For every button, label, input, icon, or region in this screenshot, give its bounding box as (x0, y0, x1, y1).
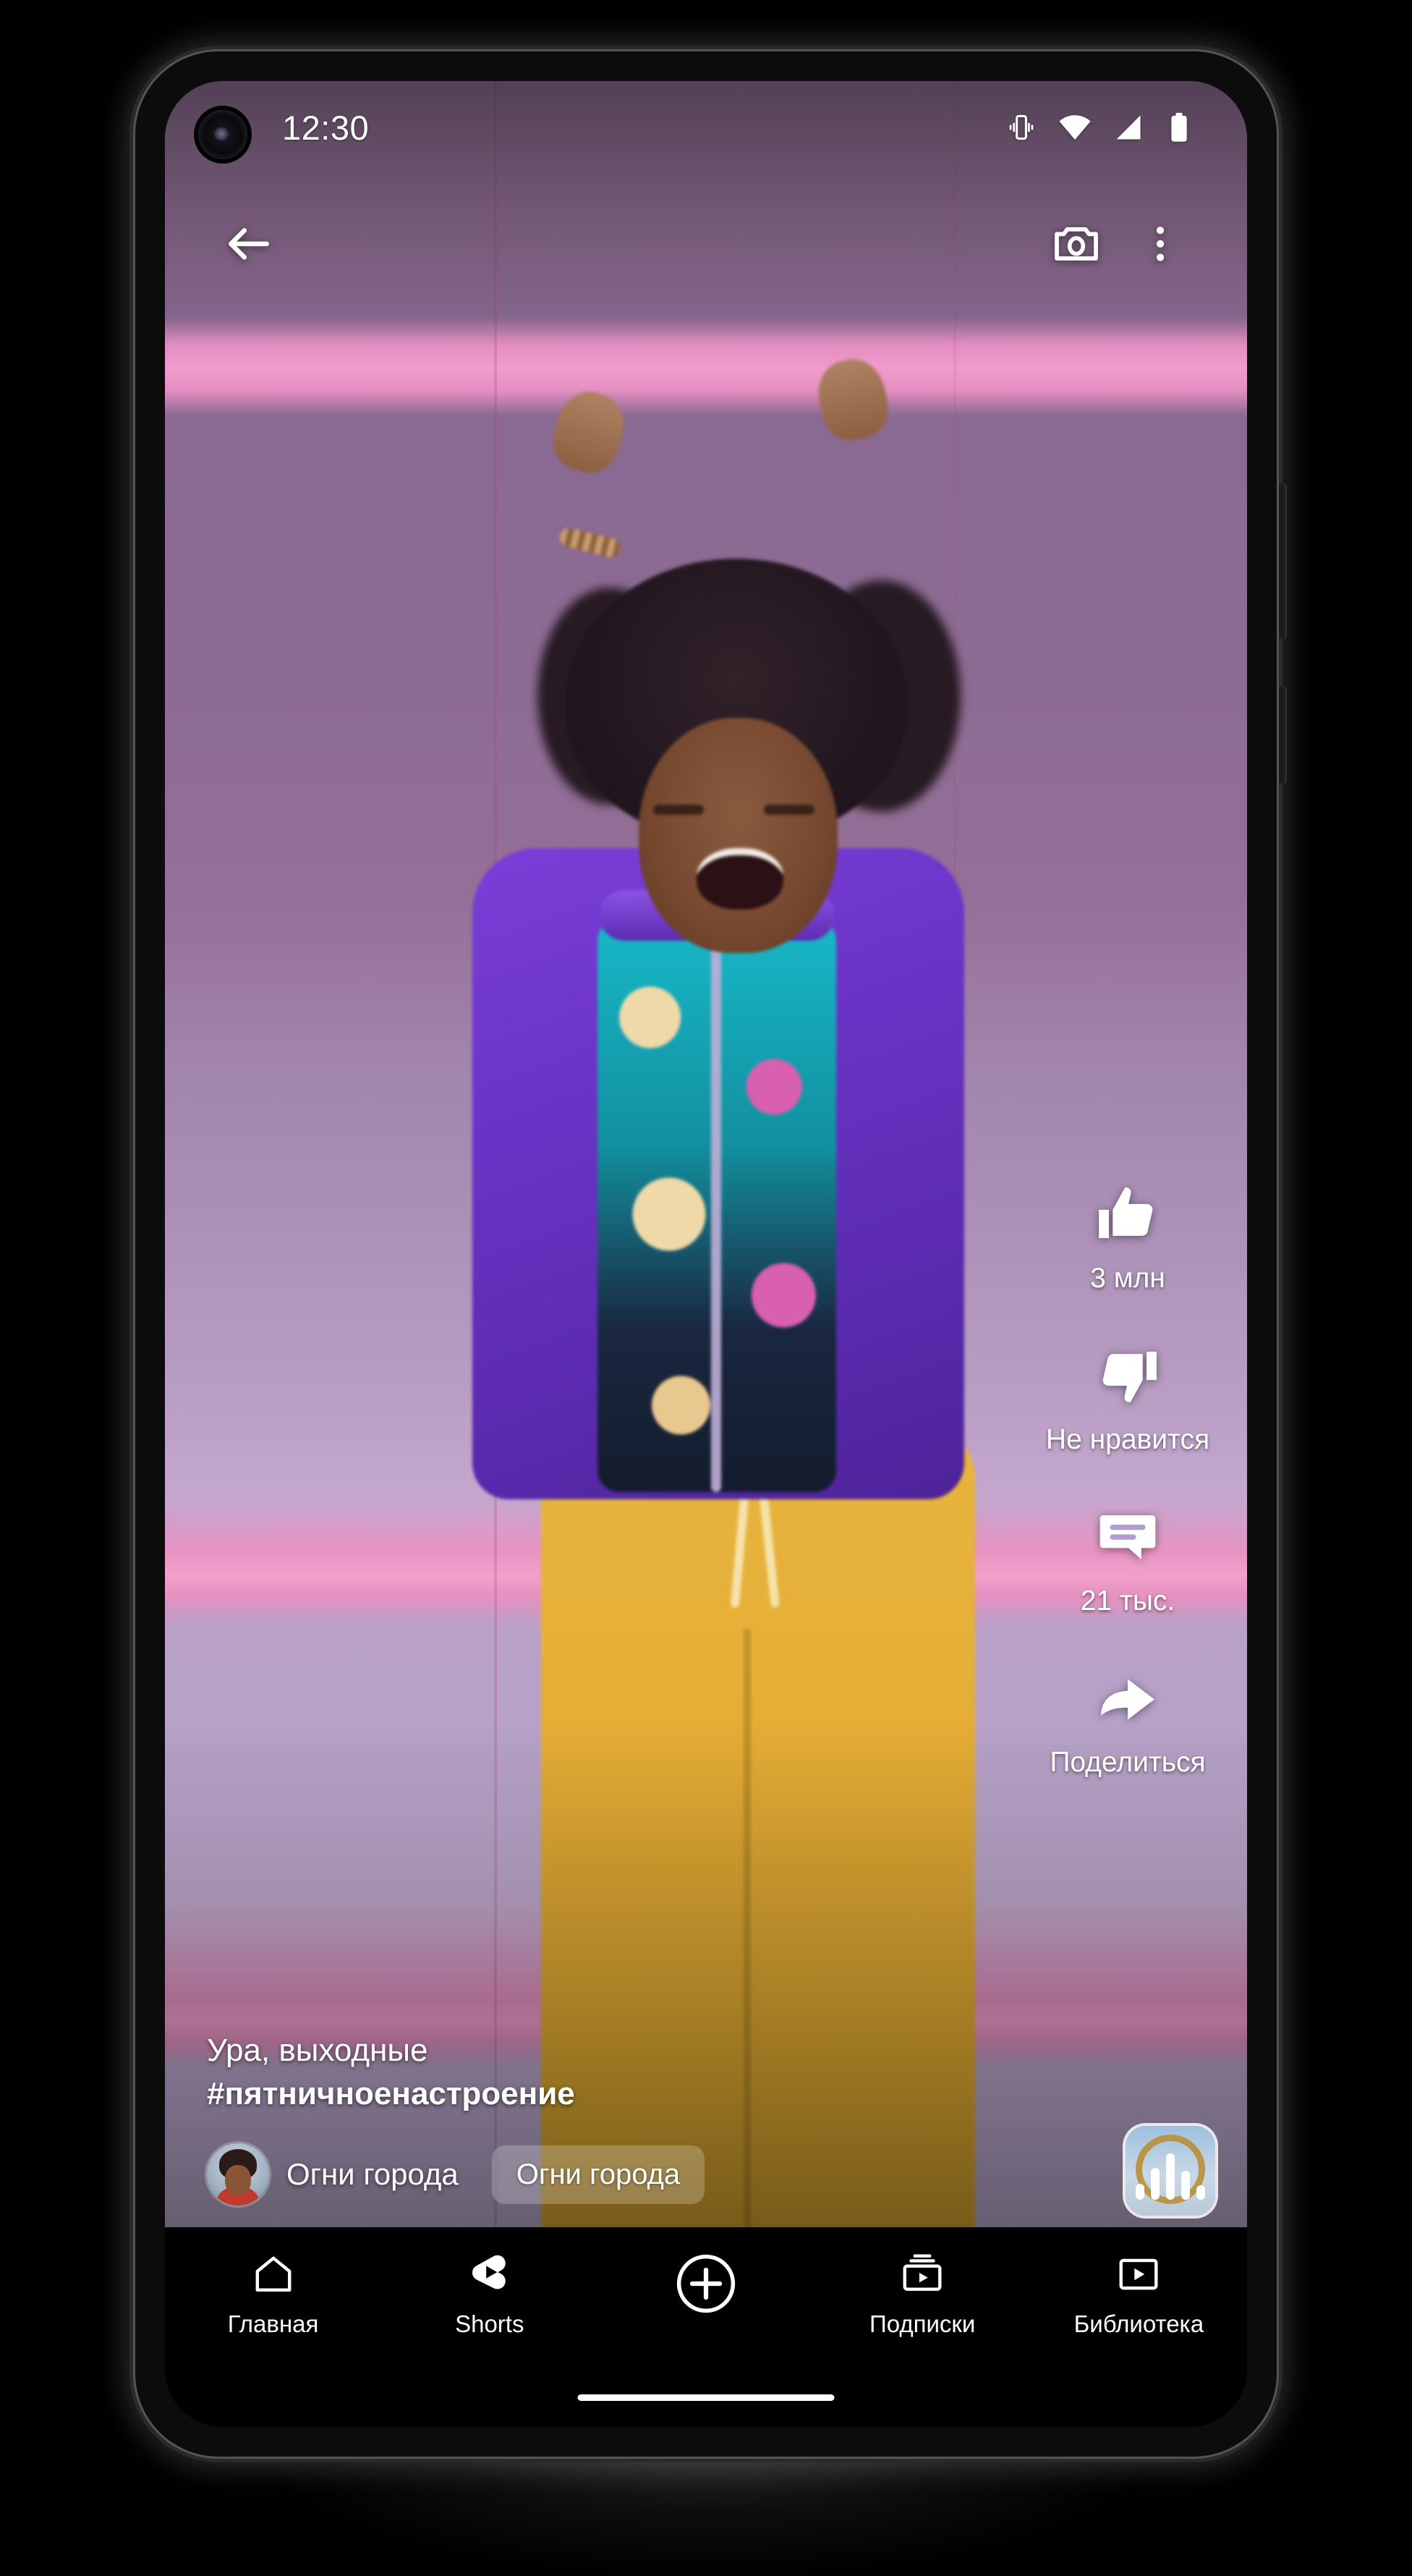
nav-label-subscriptions: Подписки (869, 2310, 976, 2337)
share-button[interactable]: Поделиться (1050, 1665, 1206, 1779)
share-label: Поделиться (1050, 1747, 1206, 1778)
like-button[interactable]: 3 млн (1090, 1181, 1165, 1295)
shorts-icon (469, 2252, 511, 2300)
more-vertical-icon[interactable] (1118, 202, 1202, 286)
like-count: 3 млн (1090, 1263, 1165, 1294)
sound-wave-bars (1126, 2152, 1215, 2200)
shorts-action-rail: 3 млн Не нравится 21 тыс. Поделиться (1008, 1181, 1247, 1826)
phone-screen: 12:30 3 млн Не нравится 21 тыс. Поделить… (165, 81, 1247, 2427)
thumbs-up-icon (1094, 1181, 1161, 1251)
share-arrow-icon (1094, 1665, 1161, 1735)
nav-label-shorts: Shorts (455, 2310, 524, 2337)
phone-device: 12:30 3 млн Не нравится 21 тыс. Поделить… (133, 49, 1287, 2459)
home-indicator[interactable] (577, 2394, 835, 2401)
video-hashtag[interactable]: #пятничноенастроение (207, 2073, 974, 2114)
battery-icon (1165, 111, 1194, 143)
sound-chip[interactable]: Огни города (491, 2145, 705, 2204)
back-arrow-icon[interactable] (207, 202, 291, 286)
library-icon (1116, 2252, 1161, 2300)
nav-label-home: Главная (227, 2310, 319, 2337)
dislike-button[interactable]: Не нравится (1046, 1342, 1209, 1456)
front-camera-punch-hole (198, 110, 247, 159)
sidebar-item-subscriptions[interactable]: Подписки (832, 2252, 1013, 2338)
video-caption: Ура, выходные (207, 2032, 428, 2068)
volume-button[interactable] (1279, 483, 1287, 639)
shorts-video-player[interactable] (165, 81, 1247, 2227)
vibrate-icon (1005, 111, 1037, 143)
sidebar-item-shorts[interactable]: Shorts (399, 2252, 580, 2338)
home-icon (251, 2252, 296, 2300)
comment-count: 21 тыс. (1080, 1585, 1175, 1617)
sidebar-item-home[interactable]: Главная (183, 2252, 364, 2338)
channel-row: Огни города Огни города (207, 2143, 974, 2206)
sound-disc-thumbnail[interactable] (1126, 2126, 1215, 2216)
status-clock: 12:30 (282, 108, 370, 147)
wifi-icon (1058, 110, 1092, 145)
subscriptions-icon (900, 2252, 945, 2300)
camera-icon[interactable] (1034, 202, 1118, 286)
signal-icon (1113, 111, 1144, 143)
nav-label-library: Библиотека (1073, 2310, 1204, 2337)
status-bar: 12:30 (165, 81, 1247, 174)
thumbs-down-icon (1094, 1342, 1161, 1412)
video-metadata: Ура, выходные #пятничноенастроение Огни … (207, 2030, 974, 2206)
power-button[interactable] (1279, 686, 1287, 784)
video-top-bar (165, 190, 1247, 298)
channel-avatar[interactable] (207, 2143, 269, 2206)
sidebar-item-library[interactable]: Библиотека (1048, 2252, 1229, 2338)
comment-icon (1094, 1504, 1161, 1574)
channel-name[interactable]: Огни города (286, 2157, 459, 2192)
create-plus-icon (674, 2252, 738, 2319)
dislike-label: Не нравится (1045, 1424, 1210, 1455)
status-icons (1005, 110, 1194, 145)
comment-button[interactable]: 21 тыс. (1081, 1504, 1175, 1617)
create-button[interactable] (616, 2252, 796, 2319)
